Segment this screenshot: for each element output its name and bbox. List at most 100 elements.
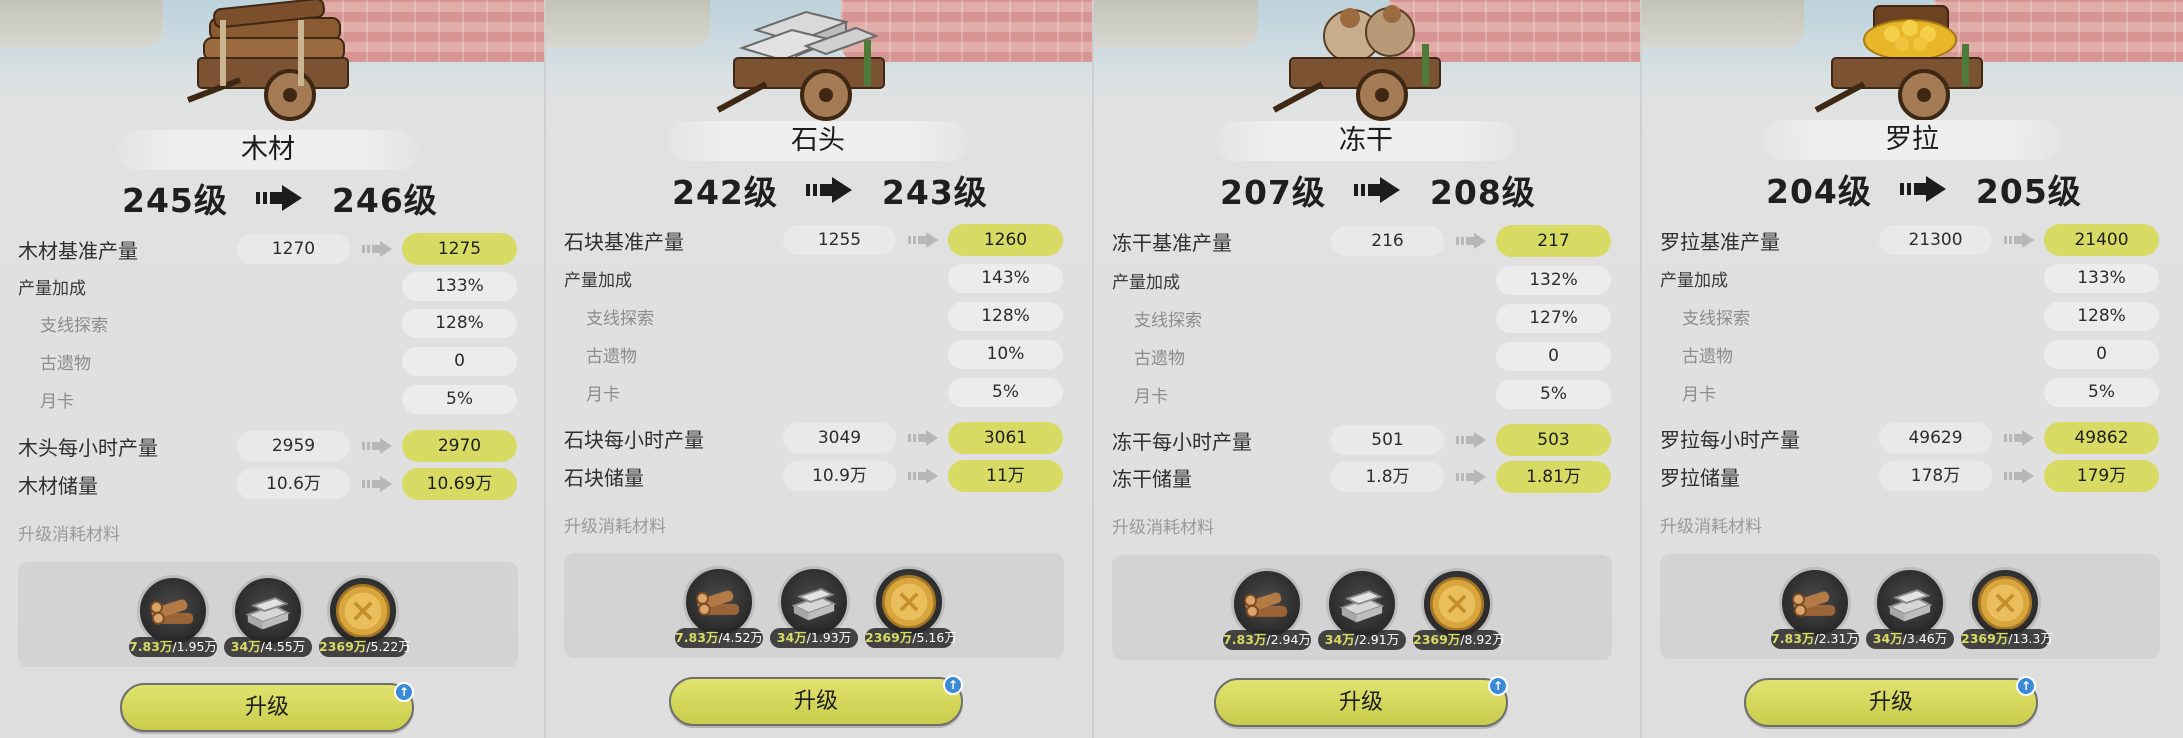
bonus-row: 产量加成 133% — [1660, 262, 2183, 294]
material-stone: 34万/1.93万 — [770, 565, 858, 648]
material-have: 7.83万 — [129, 638, 173, 654]
next-level: 246级 — [331, 181, 438, 220]
current-level: 245级 — [122, 181, 228, 220]
branch-value: 128% — [402, 308, 517, 338]
material-count: 34万/1.93万 — [770, 627, 858, 648]
relic-label: 古遗物 — [40, 353, 91, 374]
material-need: /13.3万 — [2008, 630, 2053, 646]
resource-name: 木材 — [118, 130, 418, 170]
upgrade-button[interactable]: 升级 — [1744, 678, 2038, 727]
hourly-output-label: 罗拉每小时产量 — [1660, 427, 1800, 452]
materials-box: 7.83万/2.94万 34万/2.91万 2369万/8.92万 — [1112, 555, 1612, 660]
level-arrow-icon — [255, 183, 304, 213]
branch-row: 支线探索 128% — [1660, 300, 2183, 332]
material-count: 7.83万/1.95万 — [129, 636, 217, 657]
hourly-output-label: 木头每小时产量 — [18, 435, 158, 460]
upgrade-arrow-icon: ↑ — [943, 675, 963, 695]
bonus-value: 143% — [948, 263, 1063, 293]
material-have: 34万 — [1324, 631, 1355, 647]
storage-current: 1.8万 — [1330, 461, 1445, 493]
hourly-output-next: 2970 — [402, 430, 517, 462]
base-output-next: 21400 — [2044, 224, 2159, 256]
upgrade-arrow-icon: ↑ — [394, 682, 414, 702]
hourly-output-next: 3061 — [948, 422, 1063, 454]
resource-upgrade-panels: 木材 245级 246级 木材基准产量 1270 1275 产量加成 133% … — [0, 0, 2183, 738]
material-count: 2369万/5.16万 — [865, 627, 957, 648]
bonus-value: 133% — [402, 271, 517, 301]
base-output-next: 1260 — [948, 224, 1063, 256]
branch-label: 支线探索 — [1134, 310, 1202, 331]
storage-label: 木材储量 — [18, 473, 98, 498]
material-need: /5.16万 — [912, 629, 957, 645]
monthly-card-label: 月卡 — [40, 391, 74, 412]
material-count: 7.83万/2.94万 — [1223, 629, 1311, 650]
monthly-card-row: 月卡 5% — [564, 376, 1092, 408]
relic-label: 古遗物 — [586, 346, 637, 367]
upgrade-button[interactable]: 升级 — [1214, 678, 1508, 727]
materials-title: 升级消耗材料 — [1660, 517, 1762, 537]
material-need: /4.55万 — [260, 638, 306, 654]
base-output-next: 217 — [1496, 225, 1611, 257]
arrow-right-icon — [1456, 432, 1486, 448]
material-have: 2369万 — [1961, 630, 2009, 646]
branch-value: 128% — [2044, 301, 2159, 331]
material-stone: 34万/2.91万 — [1318, 567, 1406, 650]
storage-label: 罗拉储量 — [1660, 465, 1740, 490]
branch-value: 128% — [948, 301, 1063, 331]
bonus-label: 产量加成 — [564, 270, 632, 291]
stone-icon — [1874, 566, 1946, 639]
resource-name: 冻干 — [1216, 121, 1516, 161]
hourly-output-row: 罗拉每小时产量 49629 49862 — [1660, 422, 2183, 454]
panel-stone: 石头 242级 243级 石块基准产量 1255 1260 产量加成 143% … — [546, 0, 1094, 738]
base-output-row: 冻干基准产量 216 217 — [1112, 225, 1640, 257]
relic-row: 古遗物 0 — [18, 345, 544, 377]
current-level: 207级 — [1220, 173, 1326, 212]
base-output-current: 1270 — [236, 233, 351, 265]
hourly-output-label: 石块每小时产量 — [564, 427, 704, 452]
material-count: 34万/4.55万 — [224, 636, 312, 657]
storage-next: 11万 — [948, 460, 1063, 492]
materials-title: 升级消耗材料 — [18, 525, 120, 545]
upgrade-arrow-icon: ↑ — [1488, 676, 1508, 696]
base-output-current: 1255 — [782, 224, 897, 256]
storage-row: 石块储量 10.9万 11万 — [564, 460, 1092, 492]
storage-current: 10.6万 — [236, 468, 351, 500]
level-arrow-icon — [805, 175, 854, 205]
coin-icon — [1969, 566, 2041, 639]
panel-lola: 罗拉 204级 205级 罗拉基准产量 21300 21400 产量加成 133… — [1642, 0, 2183, 738]
material-need: /4.52万 — [718, 629, 763, 645]
upgrade-button[interactable]: 升级 — [669, 677, 963, 726]
material-count: 2369万/8.92万 — [1413, 629, 1505, 650]
upgrade-button[interactable]: 升级 — [120, 683, 414, 732]
stone-icon — [232, 574, 304, 647]
materials-box: 7.83万/4.52万 34万/1.93万 2369万/5.16万 — [564, 553, 1064, 658]
current-level: 242级 — [672, 173, 778, 212]
arrow-right-icon — [908, 468, 938, 484]
material-wood: 7.83万/4.52万 — [675, 565, 763, 648]
relic-value: 0 — [402, 346, 517, 376]
material-stone: 34万/3.46万 — [1866, 566, 1954, 649]
stone-icon — [778, 565, 850, 638]
relic-value: 0 — [2044, 339, 2159, 369]
relic-row: 古遗物 10% — [564, 338, 1092, 370]
material-have: 7.83万 — [675, 629, 719, 645]
material-coin: 2369万/8.92万 — [1413, 567, 1505, 650]
materials-box: 7.83万/2.31万 34万/3.46万 2369万/13.3万 — [1660, 554, 2160, 659]
lola-cart-image — [1814, 0, 2004, 125]
monthly-card-value: 5% — [402, 384, 517, 414]
hourly-output-label: 冻干每小时产量 — [1112, 429, 1252, 454]
storage-next: 1.81万 — [1496, 461, 1611, 493]
material-need: /2.91万 — [1354, 631, 1400, 647]
panel-freeze-dried: 冻干 207级 208级 冻干基准产量 216 217 产量加成 132% 支线… — [1094, 0, 1642, 738]
arrow-right-icon — [362, 476, 392, 492]
monthly-card-value: 5% — [2044, 377, 2159, 407]
material-have: 7.83万 — [1223, 631, 1267, 647]
hourly-output-row: 木头每小时产量 2959 2970 — [18, 430, 544, 462]
material-have: 2369万 — [319, 638, 367, 654]
hourly-output-current: 3049 — [782, 422, 897, 454]
material-need: /2.94万 — [1266, 631, 1311, 647]
resource-name: 罗拉 — [1762, 120, 2062, 160]
arrow-right-icon — [1456, 233, 1486, 249]
material-have: 2369万 — [1413, 631, 1461, 647]
material-wood: 7.83万/2.31万 — [1771, 566, 1859, 649]
